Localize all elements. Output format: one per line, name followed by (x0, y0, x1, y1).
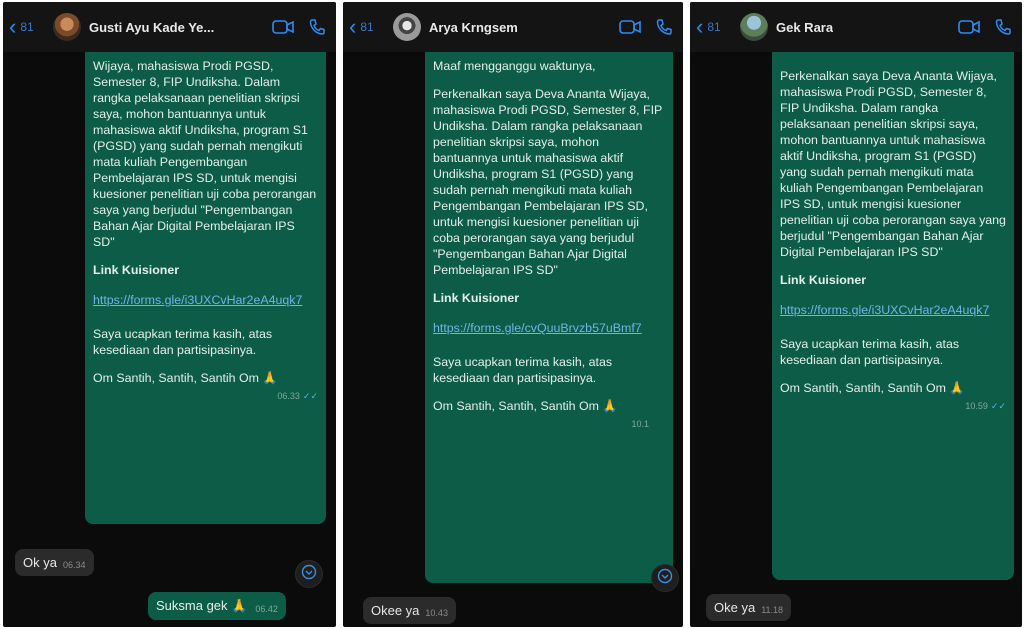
message-list[interactable]: Perkenalkan saya Deva Ananta Wijaya, mah… (690, 52, 1022, 627)
message-time: 10.59 (965, 401, 988, 411)
message-text: Okee ya (371, 603, 420, 618)
video-call-icon[interactable] (619, 19, 641, 35)
link-heading: Link Kuisioner (433, 291, 520, 305)
video-call-icon[interactable] (272, 19, 294, 35)
phone-icon[interactable] (655, 18, 673, 36)
message-bubble-outgoing[interactable]: Wijaya, mahasiswa Prodi PGSD, Semester 8… (85, 52, 326, 524)
message-paragraph: Maaf mengganggu waktunya, (433, 59, 596, 73)
message-bubble-incoming[interactable]: Okee ya 10.43 (363, 597, 456, 624)
closing-text: Om Santih, Santih, Santih Om 🙏 (780, 381, 965, 395)
message-list[interactable]: Maaf mengganggu waktunya, Perkenalkan sa… (343, 52, 683, 627)
chat-header: ‹ 81 Gek Rara (690, 2, 1022, 52)
form-link[interactable]: https://forms.gle/cvQuuBrvzb57uBmf7 (433, 320, 665, 336)
scroll-down-button[interactable] (295, 560, 323, 588)
message-list[interactable]: Wijaya, mahasiswa Prodi PGSD, Semester 8… (3, 52, 336, 627)
closing-text: Om Santih, Santih, Santih Om 🙏 (93, 371, 278, 385)
message-text: Oke ya (714, 600, 756, 615)
message-paragraph: Perkenalkan saya Deva Ananta Wijaya, mah… (780, 69, 1010, 259)
message-time: 06.42 (255, 604, 278, 614)
read-receipt-icon: ✓✓ (302, 391, 318, 401)
chevron-left-icon: ‹ (9, 14, 17, 39)
thanks-text: Saya ucapkan terima kasih, atas kesediaa… (433, 355, 616, 385)
chat-screen-2: ‹ 81 Arya Krngsem Maaf mengganggu waktun… (343, 2, 683, 627)
form-link[interactable]: https://forms.gle/i3UXCvHar2eA4uqk7 (93, 292, 318, 308)
phone-icon[interactable] (994, 18, 1012, 36)
avatar[interactable] (53, 13, 81, 41)
thanks-text: Saya ucapkan terima kasih, atas kesediaa… (780, 337, 963, 367)
chevron-left-icon: ‹ (696, 14, 704, 39)
phone-icon[interactable] (308, 18, 326, 36)
message-paragraph: Perkenalkan saya Deva Ananta Wijaya, mah… (433, 87, 666, 277)
avatar[interactable] (740, 13, 768, 41)
message-time: 10.1 (631, 419, 649, 429)
scroll-down-icon (657, 568, 673, 589)
message-bubble-incoming[interactable]: Ok ya 06.34 (15, 549, 94, 576)
message-bubble-outgoing[interactable]: Suksma gek 🙏 06.42 (148, 592, 286, 620)
chat-screen-1: ‹ 81 Gusti Ayu Kade Ye... Wijaya, mahasi… (3, 2, 336, 627)
chat-header: ‹ 81 Gusti Ayu Kade Ye... (3, 2, 336, 52)
message-time: 06.34 (62, 560, 86, 570)
contact-name[interactable]: Gusti Ayu Kade Ye... (89, 20, 214, 35)
message-text: Suksma gek 🙏 (156, 598, 248, 613)
unread-count: 81 (707, 20, 721, 34)
back-button[interactable]: ‹ 81 (9, 14, 53, 39)
back-button[interactable]: ‹ 81 (696, 14, 740, 39)
contact-name[interactable]: Arya Krngsem (429, 20, 518, 35)
link-heading: Link Kuisioner (93, 263, 180, 277)
message-time: 11.18 (761, 605, 784, 615)
video-call-icon[interactable] (958, 19, 980, 35)
chat-header: ‹ 81 Arya Krngsem (343, 2, 683, 52)
message-text: Ok ya (23, 555, 57, 570)
unread-count: 81 (20, 20, 34, 34)
read-receipt-icon: ✓✓ (990, 401, 1006, 411)
avatar[interactable] (393, 13, 421, 41)
chat-screen-3: ‹ 81 Gek Rara Perkenalkan saya Deva Anan… (690, 2, 1022, 627)
scroll-down-icon (301, 564, 317, 585)
message-bubble-outgoing[interactable]: Maaf mengganggu waktunya, Perkenalkan sa… (425, 52, 673, 583)
message-bubble-outgoing[interactable]: Perkenalkan saya Deva Ananta Wijaya, mah… (772, 52, 1014, 580)
back-button[interactable]: ‹ 81 (349, 14, 393, 39)
thanks-text: Saya ucapkan terima kasih, atas kesediaa… (93, 327, 276, 357)
form-link[interactable]: https://forms.gle/i3UXCvHar2eA4uqk7 (780, 302, 1006, 318)
closing-text: Om Santih, Santih, Santih Om 🙏 (433, 399, 618, 413)
contact-name[interactable]: Gek Rara (776, 20, 833, 35)
message-paragraph: Wijaya, mahasiswa Prodi PGSD, Semester 8… (93, 59, 320, 249)
message-time: 06.33 (277, 391, 300, 401)
scroll-down-button[interactable] (651, 564, 679, 592)
chevron-left-icon: ‹ (349, 14, 357, 39)
link-heading: Link Kuisioner (780, 273, 867, 287)
message-bubble-incoming[interactable]: Oke ya 11.18 (706, 594, 792, 621)
unread-count: 81 (360, 20, 374, 34)
message-time: 10.43 (425, 608, 448, 618)
